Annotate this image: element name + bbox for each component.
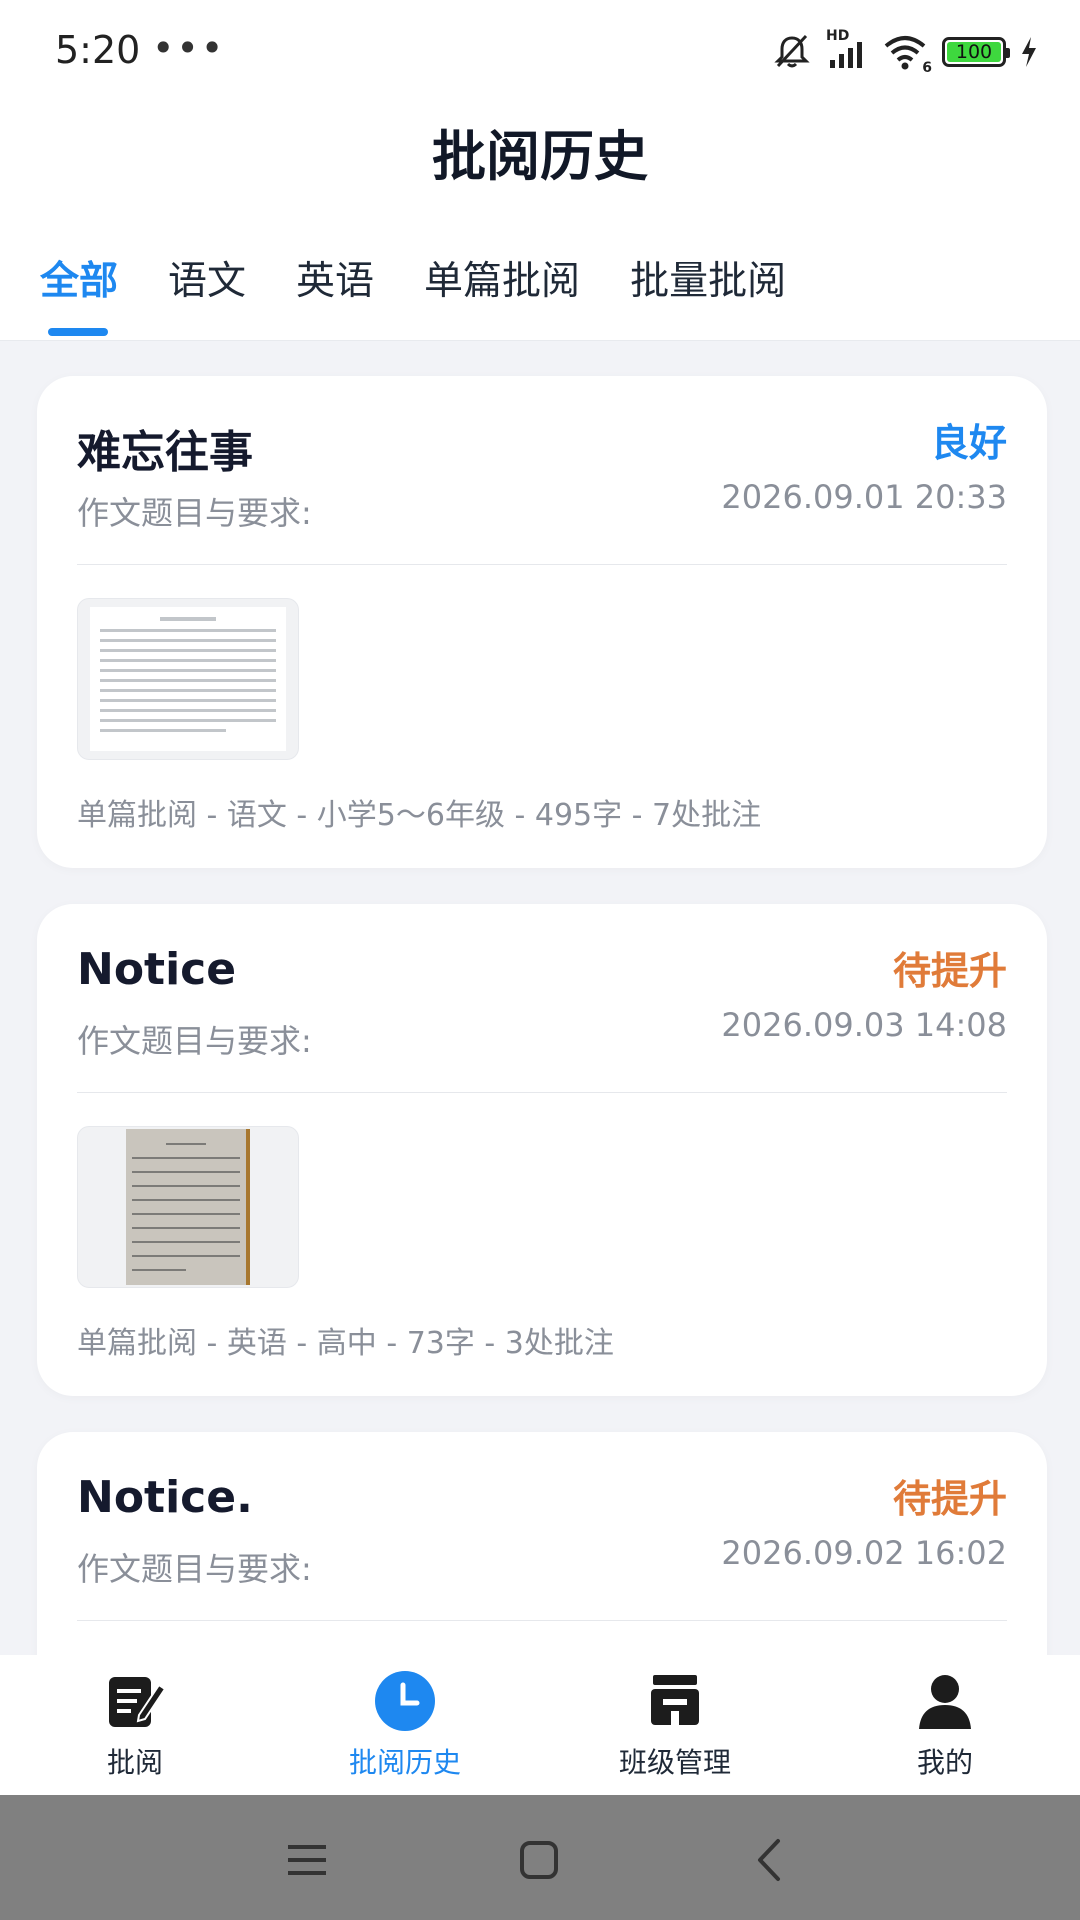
card-divider (77, 1092, 1007, 1093)
header: 批阅历史 全部 语文 英语 单篇批阅 批量批阅 (0, 100, 1080, 341)
nav-label: 批阅历史 (348, 1746, 461, 1779)
nav-class-management[interactable]: 班级管理 (575, 1669, 775, 1781)
filter-tabs: 全部 语文 英语 单篇批阅 批量批阅 (40, 250, 786, 336)
page-title: 批阅历史 (432, 125, 648, 188)
card-date: 2026.09.02 16:02 (721, 1534, 1007, 1572)
battery-icon: 100 (942, 37, 1010, 67)
battery-level: 100 (947, 42, 1001, 62)
status-bar: 5:20 ••• HD 6 100 (0, 0, 1080, 100)
tab-all[interactable]: 全部 (40, 250, 118, 336)
back-icon[interactable] (746, 1835, 796, 1885)
card-divider (77, 564, 1007, 565)
nav-profile[interactable]: 我的 (845, 1669, 1045, 1781)
card-date: 2026.09.01 20:33 (721, 478, 1007, 516)
card-subtitle: 作文题目与要求: (77, 1022, 312, 1060)
essay-thumbnail[interactable] (77, 1126, 299, 1288)
grade-badge: 待提升 (892, 949, 1007, 993)
tab-label: 英语 (296, 259, 375, 304)
charging-icon (1022, 37, 1036, 67)
cell-signal-icon: HD (826, 28, 868, 72)
card-subtitle: 作文题目与要求: (77, 494, 312, 532)
review-card[interactable]: 难忘往事 作文题目与要求: 良好 2026.09.01 20:33 单篇批阅 -… (37, 376, 1047, 868)
card-title: 难忘往事 (77, 427, 253, 478)
bottom-nav: 批阅 批阅历史 班级管理 我的 (0, 1655, 1080, 1795)
card-subtitle: 作文题目与要求: (77, 1550, 312, 1588)
card-meta: 单篇批阅 - 语文 - 小学5～6年级 - 495字 - 7处批注 (77, 798, 762, 833)
class-icon (643, 1669, 707, 1733)
handwritten-essay-image (126, 1129, 250, 1285)
home-icon[interactable] (514, 1835, 564, 1885)
profile-icon (913, 1669, 977, 1733)
nav-review[interactable]: 批阅 (35, 1669, 235, 1781)
tab-label: 批量批阅 (630, 259, 787, 304)
active-tab-indicator (48, 328, 108, 336)
grade-badge: 良好 (930, 421, 1007, 465)
printed-essay-image (90, 607, 286, 751)
mute-bell-icon (774, 34, 810, 68)
review-card[interactable]: Notice 作文题目与要求: 待提升 2026.09.03 14:08 单篇批… (37, 904, 1047, 1396)
nav-label: 班级管理 (618, 1746, 731, 1779)
nav-review-history[interactable]: 批阅历史 (305, 1669, 505, 1781)
card-title: Notice (77, 944, 237, 995)
status-icons: HD 6 100 (772, 28, 1038, 76)
nav-label: 批阅 (106, 1746, 163, 1779)
grade-badge: 待提升 (892, 1477, 1007, 1521)
menu-icon[interactable] (282, 1835, 332, 1885)
wifi-badge: 6 (922, 60, 932, 76)
tab-chinese[interactable]: 语文 (168, 250, 246, 336)
notification-dots: ••• (152, 26, 226, 70)
card-date: 2026.09.03 14:08 (721, 1006, 1007, 1044)
clock-icon (373, 1669, 437, 1733)
card-divider (77, 1620, 1007, 1621)
status-time: 5:20 (55, 28, 141, 72)
system-nav-bar (0, 1795, 1080, 1920)
tab-label: 单篇批阅 (424, 259, 581, 304)
wifi-icon: 6 (882, 32, 932, 76)
card-title: Notice. (77, 1472, 253, 1523)
edit-doc-icon (103, 1669, 167, 1733)
tab-label: 语文 (168, 259, 247, 304)
tab-batch-review[interactable]: 批量批阅 (630, 250, 786, 336)
tab-english[interactable]: 英语 (296, 250, 374, 336)
tab-label: 全部 (40, 259, 119, 304)
tab-single-review[interactable]: 单篇批阅 (424, 250, 580, 336)
essay-thumbnail[interactable] (77, 598, 299, 760)
card-meta: 单篇批阅 - 英语 - 高中 - 73字 - 3处批注 (77, 1326, 614, 1361)
nav-label: 我的 (916, 1746, 973, 1779)
